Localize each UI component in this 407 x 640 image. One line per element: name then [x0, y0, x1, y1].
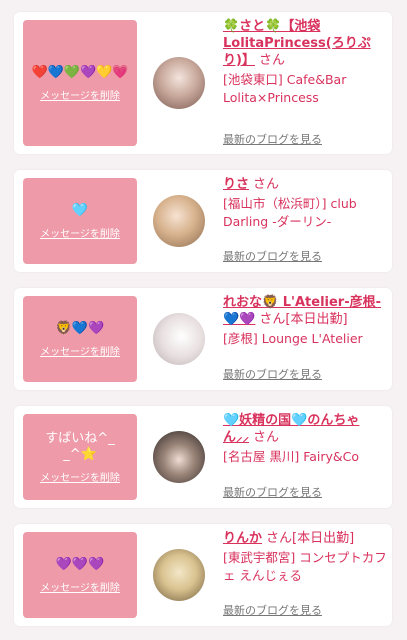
cast-name-link[interactable]: りさ [223, 177, 249, 192]
delete-message-link[interactable]: メッセージを削除 [40, 87, 120, 102]
latest-blog-link[interactable]: 最新のブログを見る [223, 484, 322, 500]
shop-name: [福山市（松浜町）] club Darling -ダーリン- [223, 196, 357, 229]
avatar[interactable] [153, 431, 205, 483]
shop-name: [東武宇都宮] コンセプトカフェ えんじぇる [223, 550, 387, 583]
latest-blog-link[interactable]: 最新のブログを見る [223, 602, 322, 618]
cast-name-link[interactable]: りんか [223, 531, 262, 546]
avatar[interactable] [153, 313, 205, 365]
cast-name-link[interactable]: 🩵妖精の国🩵のんちゃん⸝⸝ [223, 413, 359, 445]
message-card: ❤️💙💚💜💛💗 メッセージを削除 🍀さと🍀【池袋LolitaPrincess(ろ… [14, 12, 392, 154]
delete-message-link[interactable]: メッセージを削除 [40, 579, 120, 594]
delete-message-link[interactable]: メッセージを削除 [40, 225, 120, 240]
honorific: さん [253, 430, 280, 445]
shop-name: [名古屋 黒川] Fairy&Co [223, 449, 360, 464]
shop-name: [池袋東口] Cafe&Bar Lolita×Princess [223, 72, 347, 105]
message-text: 🦁💙💜 [55, 320, 105, 336]
message-bubble: 🩵 メッセージを削除 [23, 178, 137, 264]
avatar[interactable] [153, 57, 205, 109]
message-bubble: 💜💜💜 メッセージを削除 [23, 532, 137, 618]
honorific: さん [259, 312, 286, 327]
honorific: さん [253, 177, 280, 192]
latest-blog-link[interactable]: 最新のブログを見る [223, 131, 322, 147]
latest-blog-link[interactable]: 最新のブログを見る [223, 248, 322, 264]
message-bubble: ❤️💙💚💜💛💗 メッセージを削除 [23, 20, 137, 146]
message-text: すばいね^_ _^⭐️ [45, 430, 115, 462]
message-bubble: 🦁💙💜 メッセージを削除 [23, 296, 137, 382]
message-card: 🦁💙💜 メッセージを削除 れおな🦁 L'Atelier-彦根-💙💜 さん[本日出勤… [14, 288, 392, 390]
message-card: 🩵 メッセージを削除 りさ さん [福山市（松浜町）] club Darling … [14, 170, 392, 272]
delete-message-link[interactable]: メッセージを削除 [40, 469, 120, 484]
message-text: ❤️💙💚💜💛💗 [31, 64, 129, 80]
work-status: [本日出勤] [292, 531, 355, 546]
avatar[interactable] [153, 549, 205, 601]
honorific: さん [266, 531, 293, 546]
message-text: 💜💜💜 [55, 556, 105, 572]
message-text: 🩵 [71, 202, 89, 218]
avatar[interactable] [153, 195, 205, 247]
message-bubble: すばいね^_ _^⭐️ メッセージを削除 [23, 414, 137, 500]
cast-name-link[interactable]: 🍀さと🍀【池袋LolitaPrincess(ろりぷり)】 [223, 19, 371, 68]
message-card: 💜💜💜 メッセージを削除 りんか さん[本日出勤] [東武宇都宮] コンセプトカフ… [14, 524, 392, 626]
delete-message-link[interactable]: メッセージを削除 [40, 343, 120, 358]
latest-blog-link[interactable]: 最新のブログを見る [223, 366, 322, 382]
work-status: [本日出勤] [285, 312, 348, 327]
honorific: さん [258, 53, 285, 68]
shop-name: [彦根] Lounge L'Atelier [223, 331, 363, 346]
message-card: すばいね^_ _^⭐️ メッセージを削除 🩵妖精の国🩵のんちゃん⸝⸝ さん [名古… [14, 406, 392, 508]
